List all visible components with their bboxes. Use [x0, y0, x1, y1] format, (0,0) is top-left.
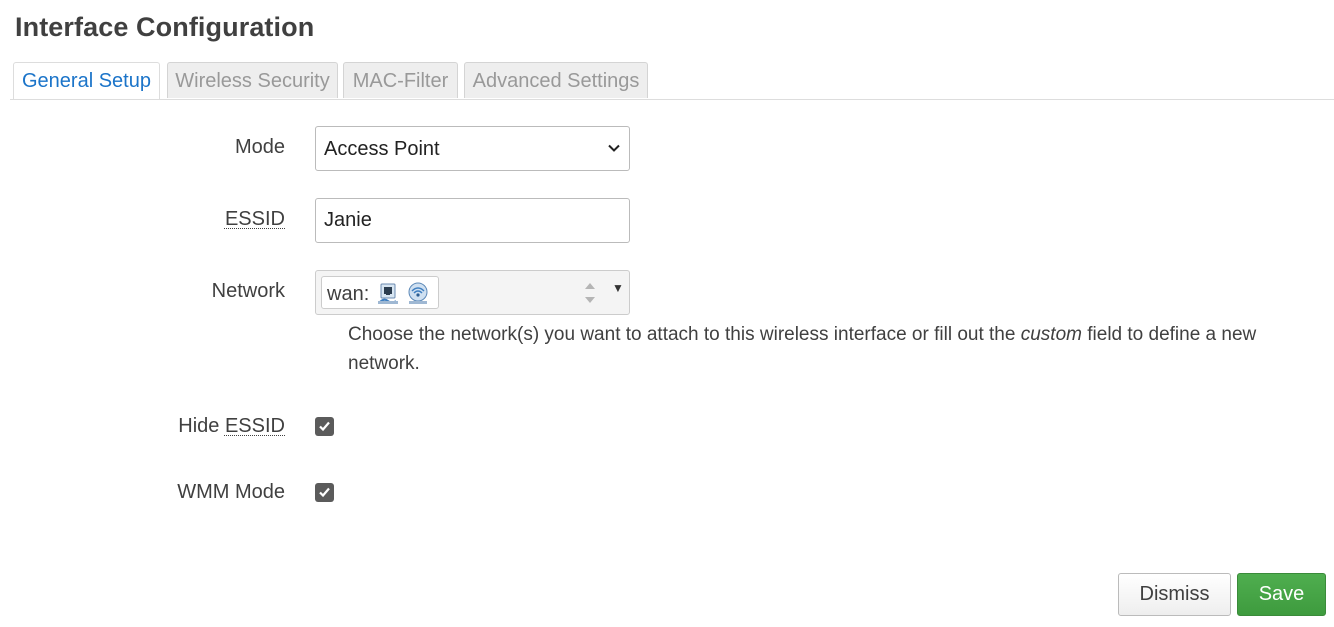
help-text-emphasis: custom — [1020, 324, 1082, 345]
tab-general-setup[interactable]: General Setup — [13, 62, 160, 99]
checkmark-icon — [319, 421, 330, 432]
mode-select[interactable]: Access Point — [315, 126, 630, 171]
hide-essid-label: Hide ESSID — [178, 415, 285, 438]
hide-essid-label-abbr: ESSID — [224, 415, 285, 437]
dismiss-button[interactable]: Dismiss — [1118, 573, 1231, 616]
wmm-mode-checkbox[interactable] — [315, 483, 334, 502]
ethernet-port-icon — [378, 283, 398, 304]
essid-label-text: ESSID — [224, 208, 285, 230]
dropdown-arrow-icon[interactable]: ▼ — [612, 281, 624, 295]
help-text-part: Choose the network(s) you want to attach… — [348, 324, 1021, 345]
tab-advanced-settings[interactable]: Advanced Settings — [464, 62, 648, 98]
chevron-down-icon — [608, 144, 620, 152]
page-title: Interface Configuration — [15, 12, 315, 42]
hide-essid-label-prefix: Hide — [178, 415, 225, 437]
mode-label: Mode — [234, 136, 285, 158]
spinner-arrows-icon[interactable] — [580, 277, 600, 309]
interface-configuration-dialog: Interface Configuration General Setup Wi… — [0, 0, 1334, 627]
hide-essid-checkbox[interactable] — [315, 417, 334, 436]
save-button[interactable]: Save — [1237, 573, 1326, 616]
wireless-network-icon — [408, 282, 428, 304]
tab-mac-filter[interactable]: MAC-Filter — [343, 62, 458, 98]
network-help-text: Choose the network(s) you want to attach… — [348, 320, 1308, 378]
tab-bar: General Setup Wireless Security MAC-Filt… — [10, 62, 1334, 100]
wmm-mode-label: WMM Mode — [177, 481, 285, 503]
network-chip-wan[interactable]: wan: — [321, 276, 439, 309]
essid-input[interactable] — [315, 198, 630, 243]
network-label: Network — [211, 280, 285, 302]
mode-select-value: Access Point — [324, 138, 440, 160]
network-chip-label: wan: — [327, 283, 370, 305]
tab-wireless-security[interactable]: Wireless Security — [167, 62, 338, 98]
network-multiselect[interactable]: wan: ▼ — [315, 270, 630, 315]
checkmark-icon — [319, 487, 330, 498]
essid-label: ESSID — [225, 208, 285, 231]
